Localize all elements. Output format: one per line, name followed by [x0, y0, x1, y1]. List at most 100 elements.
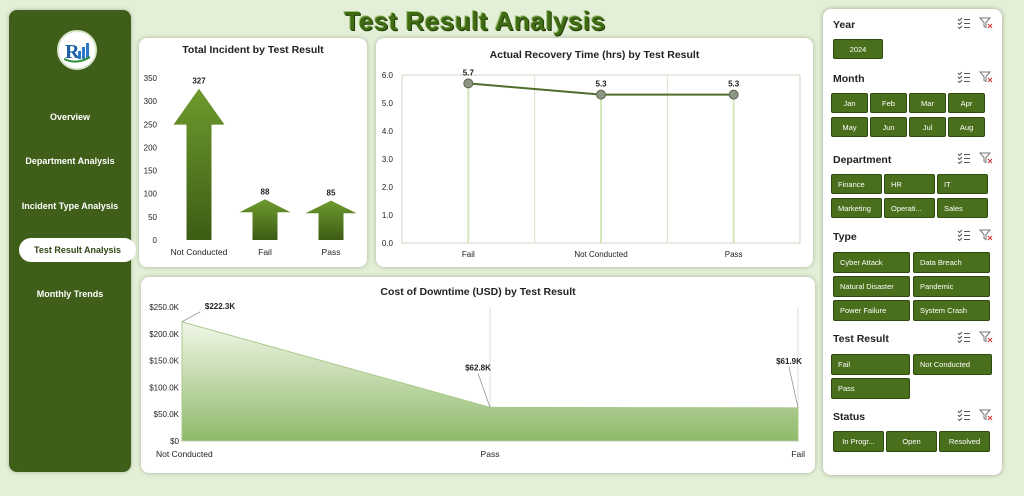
- slicer-chip-month[interactable]: Mar: [909, 93, 946, 113]
- slicer-header-year: Year: [833, 17, 993, 33]
- slicer-title: Type: [833, 231, 857, 243]
- slicer-title: Department: [833, 154, 892, 166]
- slicer-chip-month[interactable]: Aug: [948, 117, 985, 137]
- bar-arrow-1: [239, 199, 291, 240]
- multi-select-icon[interactable]: [957, 408, 971, 426]
- multi-select-icon[interactable]: [957, 70, 971, 88]
- y-tick-label: $200.0K: [149, 330, 179, 339]
- x-category-label: Not Conducted: [156, 449, 213, 459]
- slicer-icons: [957, 151, 993, 169]
- slicer-chip-type[interactable]: Pandemic: [913, 276, 990, 297]
- x-category-label: Pass: [322, 247, 341, 257]
- x-category-label: Fail: [791, 449, 805, 459]
- slicer-chip-department[interactable]: Finance: [831, 174, 882, 194]
- x-category-label: Pass: [481, 449, 500, 459]
- slicer-chip-month[interactable]: Feb: [870, 93, 907, 113]
- slicer-header-department: Department: [833, 152, 993, 168]
- x-category-label: Fail: [462, 250, 475, 259]
- y-tick-label: 100: [144, 190, 158, 199]
- clear-filter-icon[interactable]: [978, 408, 993, 426]
- slicer-chip-status[interactable]: Resolved: [939, 431, 990, 452]
- slicer-chip-department[interactable]: Sales: [937, 198, 988, 218]
- slicer-chip-department[interactable]: HR: [884, 174, 935, 194]
- y-tick-label: 6.0: [382, 71, 394, 80]
- slicer-chip-month[interactable]: Jul: [909, 117, 946, 137]
- leader-line: [788, 366, 799, 408]
- data-label: 5.7: [463, 68, 475, 77]
- multi-select-icon[interactable]: [957, 151, 971, 169]
- slicer-chip-type[interactable]: Natural Disaster: [833, 276, 910, 297]
- nav-overview[interactable]: Overview: [17, 105, 123, 129]
- slicer-chip-test-result[interactable]: Pass: [831, 378, 910, 399]
- clear-filter-icon[interactable]: [978, 330, 993, 348]
- x-category-label: Pass: [725, 250, 743, 259]
- y-tick-label: $250.0K: [149, 303, 179, 312]
- company-logo: R: [57, 30, 97, 70]
- clear-filter-icon[interactable]: [978, 151, 993, 169]
- y-tick-label: 3.0: [382, 155, 394, 164]
- data-label: 85: [327, 189, 336, 198]
- data-label: 88: [261, 187, 270, 196]
- slicer-header-test-result: Test Result: [833, 331, 993, 347]
- nav-incident-type-analysis[interactable]: Incident Type Analysis: [17, 194, 123, 218]
- slicer-chip-type[interactable]: Cyber Attack: [833, 252, 910, 273]
- multi-select-icon[interactable]: [957, 330, 971, 348]
- bar-arrow-2: [305, 200, 357, 240]
- slicer-chip-month[interactable]: May: [831, 117, 868, 137]
- clear-filter-icon[interactable]: [978, 16, 993, 34]
- incident-by-test-result-card: Total Incident by Test Result 0 50 100 150 2…: [139, 38, 367, 267]
- slicer-icons: [957, 408, 993, 426]
- slicer-chip-test-result[interactable]: Fail: [831, 354, 910, 375]
- slicer-icons: [957, 70, 993, 88]
- clear-filter-icon[interactable]: [978, 70, 993, 88]
- slicer-header-type: Type: [833, 229, 993, 245]
- slicer-chip-status[interactable]: In Progr...: [833, 431, 884, 452]
- slicer-chip-type[interactable]: Power Failure: [833, 300, 910, 321]
- data-label: $62.8K: [465, 363, 491, 372]
- nav-monthly-trends[interactable]: Monthly Trends: [17, 282, 123, 306]
- slicer-chip-month[interactable]: Apr: [948, 93, 985, 113]
- slicer-chip-department[interactable]: Marketing: [831, 198, 882, 218]
- slicer-title: Test Result: [833, 333, 889, 345]
- slicer-chip-department[interactable]: Operati...: [884, 198, 935, 218]
- multi-select-icon[interactable]: [957, 16, 971, 34]
- data-point: [596, 89, 606, 100]
- data-point: [463, 78, 474, 89]
- x-category-label: Fail: [258, 247, 272, 257]
- multi-select-icon[interactable]: [957, 228, 971, 246]
- slicer-header-month: Month: [833, 71, 993, 87]
- slicer-chip-month[interactable]: Jun: [870, 117, 907, 137]
- logo-icon: R: [63, 41, 91, 63]
- recovery-time-card: Actual Recovery Time (hrs) by Test Resul…: [376, 38, 813, 267]
- downtime-area-chart: $0 $50.0K $100.0K $150.0K $200.0K $250.0K $222…: [149, 302, 805, 459]
- leader-line: [181, 311, 201, 323]
- slicer-icons: [957, 16, 993, 34]
- slicer-icons: [957, 330, 993, 348]
- y-tick-label: $100.0K: [149, 383, 179, 392]
- leader-line: [477, 373, 491, 408]
- y-tick-label: 150: [144, 167, 158, 176]
- y-tick-label: $150.0K: [149, 357, 179, 366]
- y-tick-label: 1.0: [382, 211, 394, 220]
- data-label: $61.9K: [776, 357, 802, 366]
- slicer-chip-test-result[interactable]: Not Conducted: [913, 354, 992, 375]
- clear-filter-icon[interactable]: [978, 228, 993, 246]
- nav-department-analysis[interactable]: Department Analysis: [17, 149, 123, 173]
- slicer-chip-year[interactable]: 2024: [833, 39, 883, 59]
- y-tick-label: 50: [148, 213, 157, 222]
- y-tick-label: 350: [144, 74, 158, 83]
- slicer-title: Status: [833, 411, 866, 423]
- recovery-line-chart: 0.0 1.0 2.0 3.0 4.0 5.0 6.0 5.7 Fail 5.3 Not Condu…: [382, 68, 801, 259]
- slicer-chip-type[interactable]: Data Breach: [913, 252, 990, 273]
- y-tick-label: 0.0: [382, 239, 394, 248]
- y-tick-label: $50.0K: [154, 410, 180, 419]
- x-category-label: Not Conducted: [574, 250, 627, 259]
- slicer-chip-department[interactable]: IT: [937, 174, 988, 194]
- slicer-chip-month[interactable]: Jan: [831, 93, 868, 113]
- slicer-title: Month: [833, 73, 865, 85]
- slicer-chip-type[interactable]: System Crash: [913, 300, 990, 321]
- nav-test-result-analysis[interactable]: Test Result Analysis: [19, 238, 136, 262]
- slicer-chip-status[interactable]: Open: [886, 431, 937, 452]
- y-tick-label: 4.0: [382, 127, 394, 136]
- y-tick-label: 200: [144, 143, 158, 152]
